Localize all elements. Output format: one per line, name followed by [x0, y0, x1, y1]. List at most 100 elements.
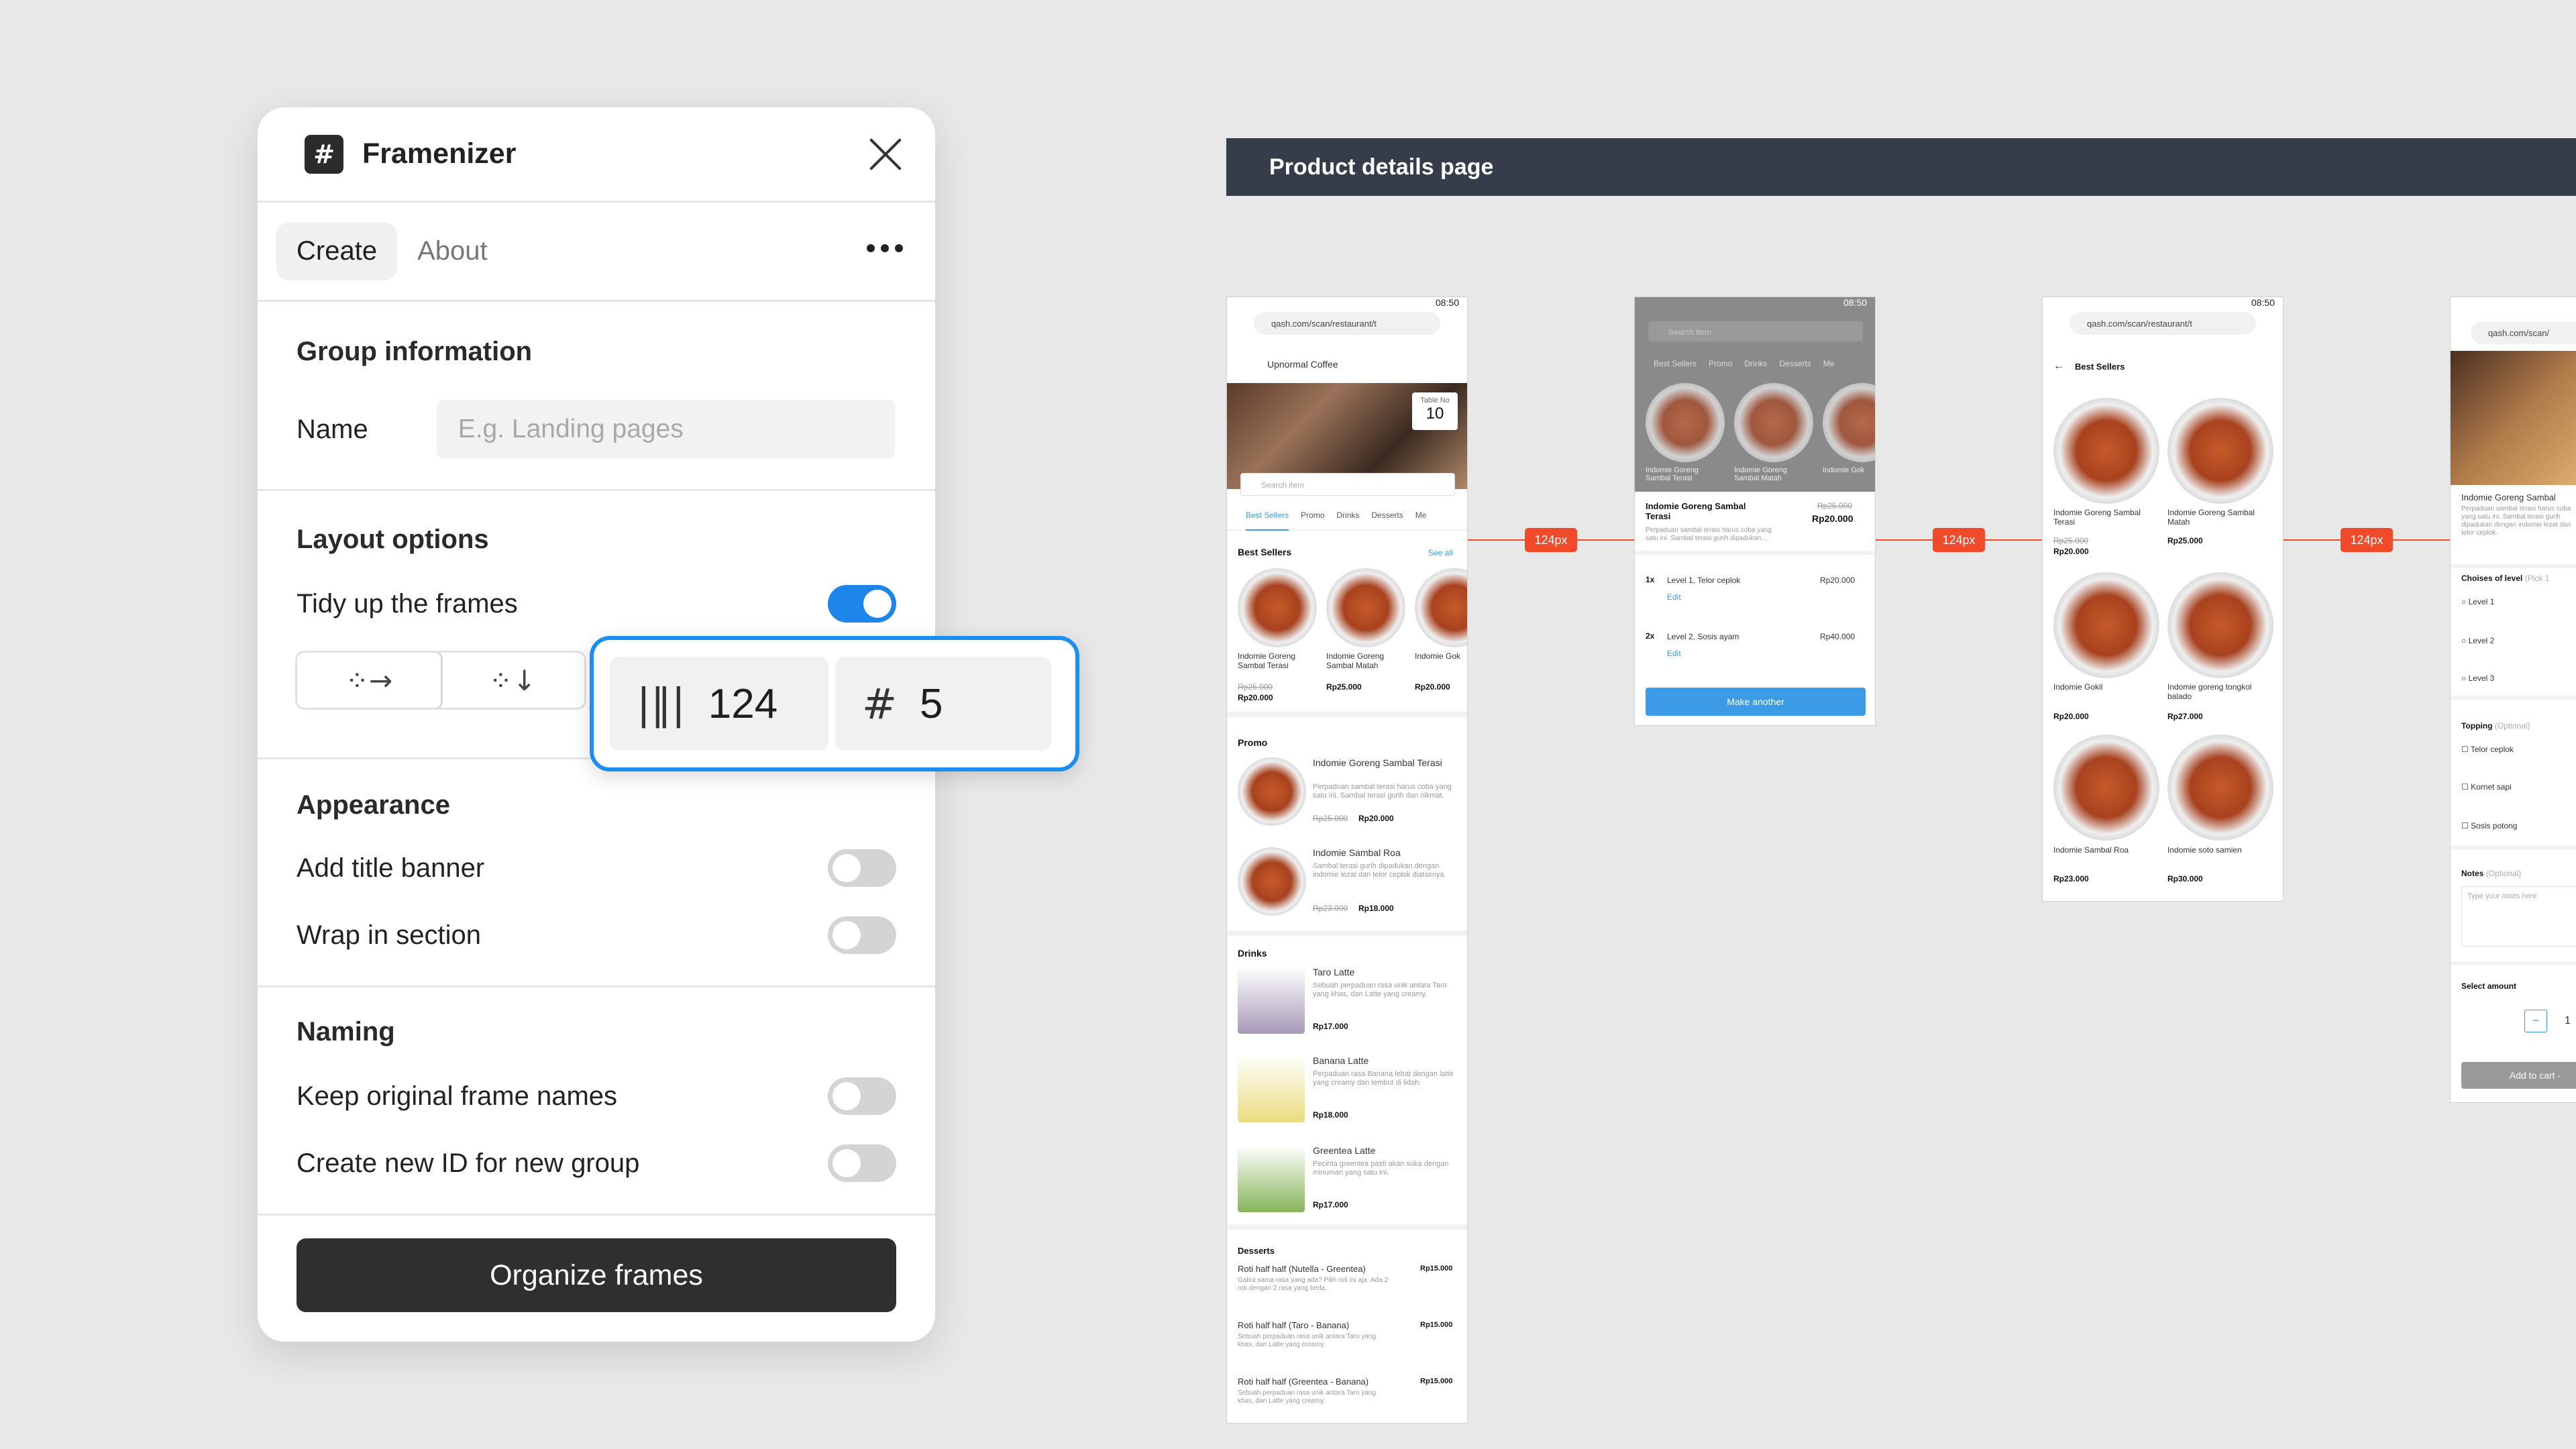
order-item-price: Rp20.000	[1812, 513, 1854, 524]
tab-label: Promo	[1709, 359, 1733, 368]
best-sellers-title: Best Sellers	[2075, 362, 2125, 372]
url-bar: qash.com/scan/restaurant/t	[1254, 312, 1440, 335]
level-option[interactable]: ○ Level 2	[2461, 635, 2494, 647]
tab-drinks[interactable]: Drinks	[1336, 511, 1359, 530]
level-option-label: Level 1	[2468, 597, 2495, 606]
order-qty: 2x	[1646, 631, 1655, 641]
grid-item-name: Indomie Sambal Roa	[2053, 845, 2129, 855]
tab-best-sellers[interactable]: Best Sellers	[1246, 511, 1289, 531]
framenizer-logo-icon: #	[305, 134, 343, 174]
drink-price: Rp18.000	[1313, 1110, 1348, 1120]
notes-textarea[interactable]: Type your notes here	[2461, 886, 2576, 947]
add-to-cart-button[interactable]: Add to cart -	[2461, 1062, 2576, 1089]
notes-heading: Notes (Optional)	[2461, 869, 2521, 878]
horizontal-layout-icon[interactable]: ⁘→	[297, 653, 443, 708]
group-information-heading: Group information	[297, 337, 533, 366]
food-image	[1415, 568, 1467, 647]
wrap-section-label: Wrap in section	[297, 920, 481, 950]
tab-label: Drinks	[1744, 359, 1768, 368]
frame-product-details[interactable]: qash.com/scan/ Indomie Goreng Sambal Per…	[2450, 297, 2576, 1103]
level-option[interactable]: ○ Level 3	[2461, 673, 2494, 684]
decrease-amount-button[interactable]: −	[2524, 1010, 2547, 1032]
search-input-dimmed: Search item	[1648, 321, 1863, 341]
wrap-section-toggle[interactable]	[828, 916, 896, 954]
promo-item-price: Rp18.000	[1358, 904, 1394, 913]
grid-item-price: Rp27.000	[2167, 712, 2203, 721]
tab-promo[interactable]: Promo	[1301, 511, 1324, 530]
columns-value: 5	[919, 680, 943, 727]
title-banner-toggle[interactable]	[828, 849, 896, 887]
drink-image	[1238, 1055, 1305, 1122]
grid-item-name: Indomie soto samien	[2167, 845, 2242, 855]
edit-link[interactable]: Edit	[1667, 649, 1681, 658]
url-bar: qash.com/scan/	[2471, 321, 2576, 344]
grid-item-name: Indomie Goreng Sambal Terasi	[2053, 508, 2141, 527]
promo-item-old-price: Rp25.000	[1313, 814, 1348, 823]
drink-name: Greentea Latte	[1313, 1145, 1376, 1156]
dessert-price: Rp15.000	[1420, 1265, 1453, 1273]
best-item-old-price: Rp25.000	[1238, 682, 1273, 692]
back-arrow-icon[interactable]: ←	[2053, 360, 2064, 372]
new-id-toggle[interactable]	[828, 1144, 896, 1182]
grid-item-name: Indomie Goreng Sambal Matah	[2167, 508, 2255, 527]
see-all-link[interactable]: See all	[1428, 548, 1453, 557]
tab-more[interactable]: Me	[1415, 511, 1427, 530]
gap-label: 124px	[1525, 528, 1577, 552]
amount-value: 1	[2565, 1015, 2571, 1026]
frame-best-sellers[interactable]: 08:50 qash.com/scan/restaurant/t ← Best …	[2042, 297, 2284, 902]
organize-frames-button[interactable]: Organize frames	[297, 1238, 896, 1312]
topping-option[interactable]: ☐ Kornet sapi	[2461, 782, 2512, 793]
section-divider	[1635, 551, 1875, 555]
make-another-button[interactable]: Make another	[1646, 688, 1866, 716]
more-options-icon[interactable]	[867, 244, 903, 252]
status-bar-time: 08:50	[1435, 297, 1459, 308]
food-image	[2053, 572, 2159, 678]
frame-menu[interactable]: 08:50 qash.com/scan/restaurant/t Upnorma…	[1226, 297, 1468, 1424]
promo-item-name: Indomie Sambal Roa	[1313, 847, 1401, 858]
menu-search-input[interactable]: Search item	[1240, 473, 1455, 496]
tab-about[interactable]: About	[397, 223, 508, 280]
promo-item-old-price: Rp23.000	[1313, 904, 1348, 913]
food-image	[1734, 383, 1813, 462]
frame-order-summary[interactable]: 08:50 Search item Best Sellers Promo Drink…	[1634, 297, 1876, 726]
food-image	[2053, 398, 2159, 504]
topping-option[interactable]: ☐ Sosis potong	[2461, 820, 2517, 832]
tab-desserts[interactable]: Desserts	[1371, 511, 1403, 530]
grid-item-price: Rp25.000	[2167, 536, 2203, 545]
drink-name: Taro Latte	[1313, 967, 1355, 977]
drinks-heading: Drinks	[1238, 948, 1267, 959]
group-name-input[interactable]: E.g. Landing pages	[436, 400, 895, 459]
order-line-name: Level 2, Sosis ayam	[1667, 632, 1739, 641]
food-image	[1646, 383, 1725, 462]
spacing-icon: |‖|	[637, 679, 686, 729]
table-label: Table No	[1420, 396, 1450, 405]
vertical-sort-icon[interactable]: ⁘↓	[441, 653, 584, 708]
group-information-section: Group information Name E.g. Landing page…	[258, 302, 935, 491]
order-line-price: Rp20.000	[1820, 576, 1856, 585]
topping-option[interactable]: ☐ Telor ceplok	[2461, 744, 2514, 755]
thumb-label: Indomie Gok	[1823, 466, 1865, 474]
level-option[interactable]: ○ Level 1	[2461, 596, 2494, 608]
url-bar: qash.com/scan/restaurant/t	[2070, 312, 2256, 335]
drink-image	[1238, 1145, 1305, 1212]
keep-names-toggle[interactable]	[828, 1077, 896, 1115]
edit-link[interactable]: Edit	[1667, 592, 1681, 602]
tab-label: Best Sellers	[1654, 359, 1697, 368]
topping-option-label: Telor ceplok	[2470, 745, 2514, 754]
spacing-input[interactable]: |‖| 124	[610, 657, 828, 751]
panel-header: # Framenizer	[258, 107, 935, 203]
keep-names-label: Keep original frame names	[297, 1081, 618, 1111]
topping-option-label: Kornet sapi	[2471, 782, 2512, 792]
section-divider	[1227, 1224, 1467, 1230]
grid-item-price: Rp30.000	[2167, 874, 2203, 883]
promo-item-desc: Perpaduan sambal terasi harus coba yang …	[1313, 783, 1452, 800]
close-icon[interactable]	[868, 137, 903, 172]
drink-price: Rp17.000	[1313, 1200, 1348, 1210]
tidy-up-toggle[interactable]	[828, 585, 896, 623]
title-banner-label: Add title banner	[297, 853, 485, 883]
naming-section: Naming Keep original frame names Create …	[258, 987, 935, 1216]
dessert-desc: Gabui sama rasa yang ada? Pilih roti ini…	[1238, 1277, 1389, 1292]
columns-input[interactable]: # 5	[835, 657, 1051, 751]
section-divider	[1227, 712, 1467, 717]
tab-create[interactable]: Create	[276, 222, 398, 280]
